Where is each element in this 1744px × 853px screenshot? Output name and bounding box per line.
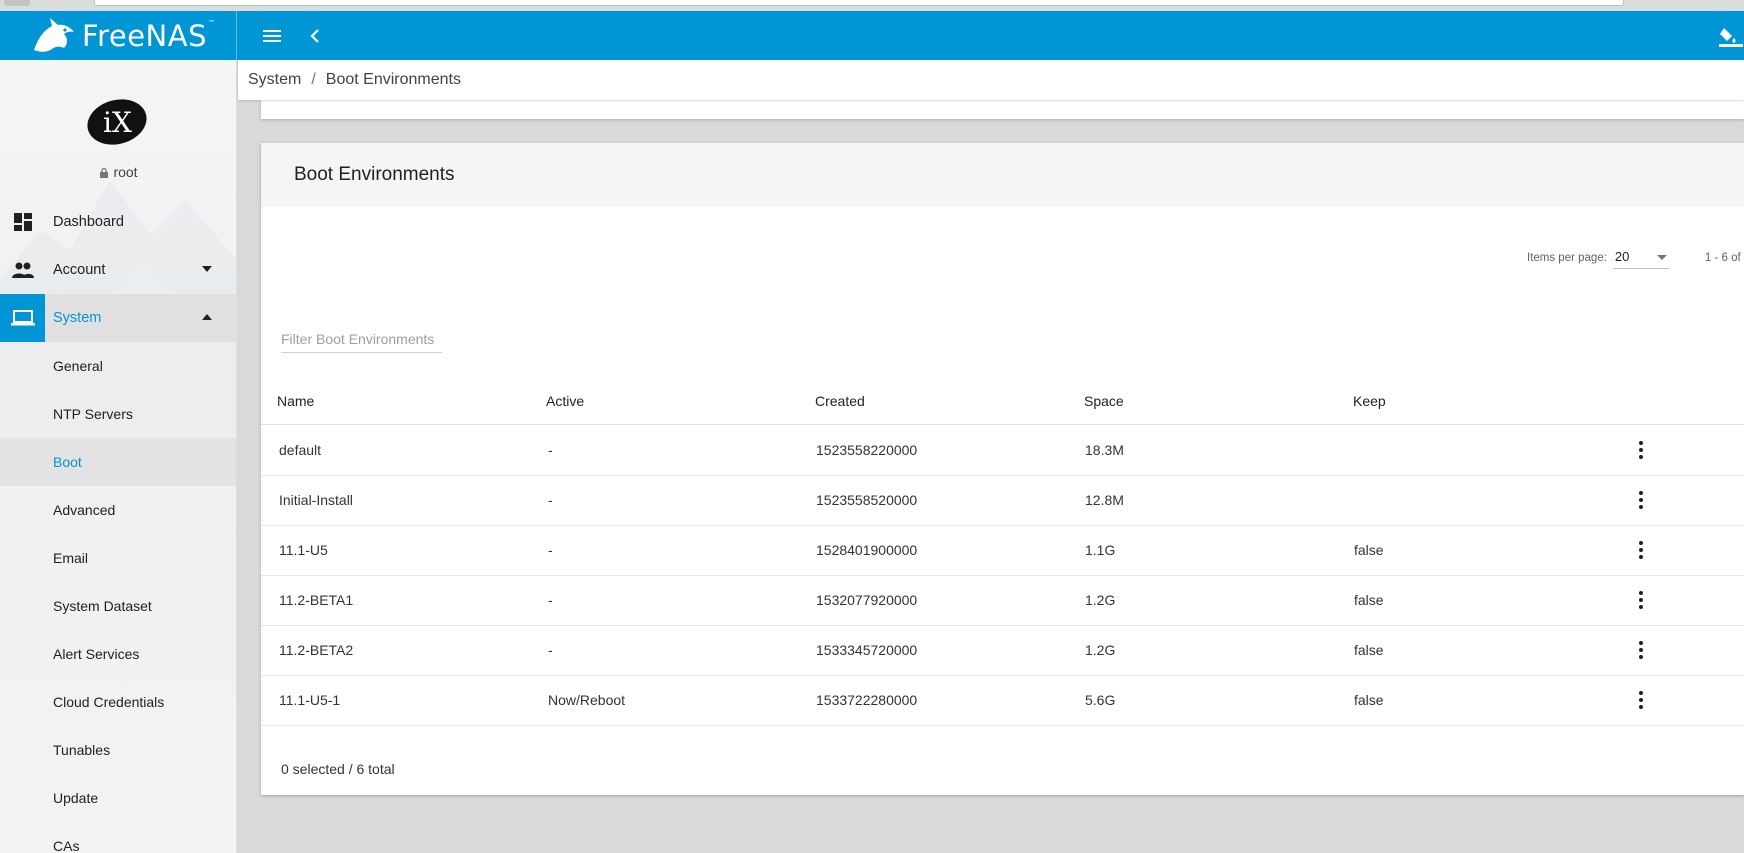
sidebar-item-label: Account [53, 262, 106, 278]
sidebar: iX root Dashboard Account System General… [0, 60, 237, 853]
laptop-icon [10, 310, 35, 326]
sidebar-item-label: System [53, 310, 102, 326]
cell-space: 18.3M [1085, 442, 1124, 458]
svg-text:iX: iX [103, 106, 132, 139]
table-row[interactable]: 11.1-U5-1 Now/Reboot 1533722280000 5.6G … [261, 676, 1744, 726]
dashboard-icon [13, 213, 32, 231]
cell-active: Now/Reboot [548, 692, 626, 708]
caret-down-icon[interactable] [202, 266, 212, 272]
cell-keep: false [1354, 692, 1384, 708]
column-header-created[interactable]: Created [815, 393, 865, 409]
table-row[interactable]: 11.1-U5 - 1528401900000 1.1G false [261, 526, 1744, 576]
column-header-space[interactable]: Space [1084, 393, 1124, 409]
caret-up-icon[interactable] [202, 314, 212, 320]
sidebar-subitem-system-dataset[interactable]: System Dataset [0, 582, 236, 630]
more-vert-icon[interactable] [1629, 538, 1653, 562]
cell-name: Initial-Install [279, 492, 353, 508]
cell-keep: false [1354, 642, 1384, 658]
browser-tab-button[interactable] [4, 0, 30, 6]
items-per-page-value: 20 [1614, 249, 1630, 264]
table-header: Name Active Created Space Keep [261, 375, 1744, 425]
sidebar-subitem-cas[interactable]: CAs [0, 822, 236, 853]
column-header-active[interactable]: Active [546, 393, 584, 409]
cell-created: 1523558220000 [816, 442, 918, 458]
breadcrumb: System / Boot Environments [238, 60, 1744, 100]
people-icon [11, 262, 34, 278]
cell-created: 1533345720000 [816, 642, 918, 658]
cell-space: 1.1G [1085, 542, 1116, 558]
card-title: Boot Environments [261, 143, 1744, 207]
lock-icon [100, 168, 109, 178]
cell-space: 1.2G [1085, 592, 1116, 608]
breadcrumb-current: Boot Environments [325, 71, 461, 88]
table-row[interactable]: 11.2-BETA1 - 1532077920000 1.2G false [261, 576, 1744, 626]
filter-input[interactable] [281, 325, 442, 353]
cell-active: - [548, 492, 553, 508]
more-vert-icon[interactable] [1629, 588, 1653, 612]
table-row[interactable]: 11.2-BETA2 - 1533345720000 1.2G false [261, 626, 1744, 676]
page-range-label: 1 - 6 of 6 [1704, 252, 1744, 264]
cell-active: - [548, 442, 553, 458]
sidebar-subitem-cloud-credentials[interactable]: Cloud Credentials [0, 678, 236, 726]
column-header-keep[interactable]: Keep [1353, 393, 1386, 409]
user-info: root [0, 164, 236, 180]
sidebar-subitem-advanced[interactable]: Advanced [0, 486, 236, 534]
cell-keep: false [1354, 542, 1384, 558]
brand-logo[interactable]: FreeNAS™ [0, 11, 237, 60]
sidebar-subitem-alert-services[interactable]: Alert Services [0, 630, 236, 678]
app-name: FreeNAS™ [82, 18, 216, 53]
table-row[interactable]: Initial-Install - 1523558520000 12.8M [261, 476, 1744, 526]
username: root [113, 164, 138, 180]
browser-chrome [0, 0, 1744, 11]
cell-created: 1528401900000 [816, 542, 918, 558]
more-vert-icon[interactable] [1629, 688, 1653, 712]
cell-name: 11.2-BETA2 [279, 642, 354, 658]
sidebar-subitem-boot[interactable]: Boot [0, 438, 236, 486]
cell-keep: false [1354, 592, 1384, 608]
cell-name: 11.1-U5 [279, 542, 328, 558]
paginator: Items per page: 20 1 - 6 of 6 [1527, 247, 1744, 269]
items-per-page-select[interactable]: 20 [1612, 247, 1669, 269]
sidebar-item-dashboard[interactable]: Dashboard [0, 198, 236, 246]
sidebar-item-account[interactable]: Account [0, 246, 236, 294]
browser-address-bar[interactable] [94, 0, 1624, 6]
dropdown-arrow-icon [1656, 255, 1667, 260]
cell-name: default [279, 442, 322, 458]
cell-space: 12.8M [1085, 492, 1124, 508]
cell-created: 1533722280000 [816, 692, 918, 708]
previous-card-edge [261, 100, 1744, 119]
more-vert-icon[interactable] [1629, 438, 1653, 462]
sidebar-subitem-tunables[interactable]: Tunables [0, 726, 236, 774]
cell-created: 1523558520000 [816, 492, 918, 508]
cell-created: 1532077920000 [816, 592, 918, 608]
cell-active: - [548, 592, 553, 608]
sidebar-subitem-email[interactable]: Email [0, 534, 236, 582]
items-per-page-label: Items per page: [1527, 252, 1607, 264]
more-vert-icon[interactable] [1629, 488, 1653, 512]
cell-name: 11.2-BETA1 [279, 592, 354, 608]
breadcrumb-separator: / [311, 71, 316, 88]
freenas-shark-icon [34, 17, 74, 52]
menu-icon[interactable] [260, 24, 284, 48]
cell-active: - [548, 542, 553, 558]
top-bar: FreeNAS™ [0, 11, 1744, 60]
cell-active: - [548, 642, 553, 658]
theme-paint-icon[interactable] [1718, 24, 1744, 48]
more-vert-icon[interactable] [1629, 638, 1653, 662]
cell-space: 1.2G [1085, 642, 1116, 658]
table-row[interactable]: default - 1523558220000 18.3M [261, 426, 1744, 476]
ix-logo: iX [87, 99, 147, 145]
breadcrumb-parent[interactable]: System [248, 71, 301, 89]
boot-environments-card: Boot Environments Items per page: 20 1 -… [261, 143, 1744, 795]
chevron-left-icon[interactable] [303, 24, 327, 48]
cell-space: 5.6G [1085, 692, 1116, 708]
sidebar-subitem-general[interactable]: General [0, 342, 236, 390]
selection-count: 0 selected / 6 total [281, 761, 395, 777]
column-header-name[interactable]: Name [277, 393, 314, 409]
sidebar-item-label: Dashboard [53, 214, 124, 230]
sidebar-subitem-update[interactable]: Update [0, 774, 236, 822]
sidebar-item-system[interactable]: System [0, 294, 236, 342]
cell-name: 11.1-U5-1 [279, 692, 341, 708]
sidebar-subitem-ntp-servers[interactable]: NTP Servers [0, 390, 236, 438]
